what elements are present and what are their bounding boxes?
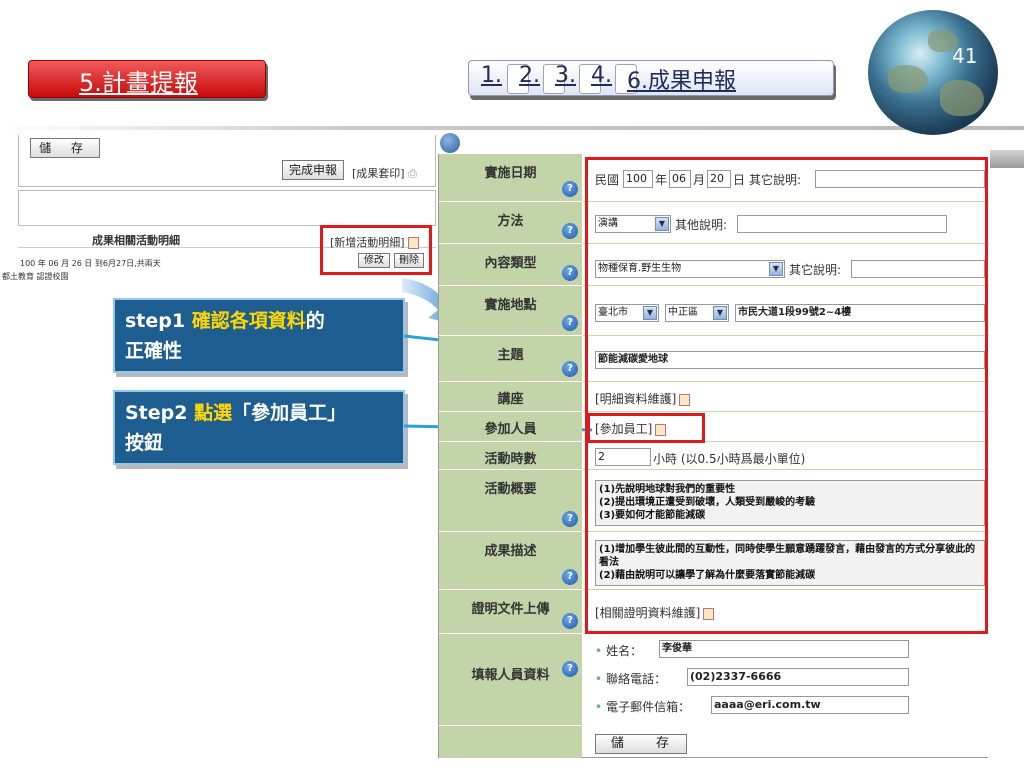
highlight-add-activity [320, 225, 432, 275]
help-icon[interactable]: ? [562, 361, 578, 377]
help-icon[interactable]: ? [562, 661, 578, 677]
label-summary: 活動概要? [439, 470, 582, 532]
set-print-link[interactable]: [成果套印] ⎙ [352, 165, 417, 181]
reporter-name-input[interactable]: 李俊華 [659, 640, 909, 658]
tab-2[interactable]: 2. [519, 63, 540, 88]
label-save-row [439, 726, 582, 758]
label-lecture: 講座 [439, 382, 582, 412]
complete-report-button[interactable]: 完成申報 [282, 160, 344, 180]
highlight-participants [587, 413, 705, 443]
step2-suffix: 「參加員工」 [232, 402, 347, 424]
slide-number: 41 [952, 44, 978, 68]
help-icon[interactable]: ? [562, 613, 578, 629]
label-place: 實施地點? [439, 286, 582, 336]
step1-suffix: 的 [305, 310, 325, 332]
globe-image [868, 10, 998, 135]
step2-callout: Step2 點選「參加員工」 按鈕 [113, 390, 405, 465]
reporter-phone-label: • 聯絡電話： [595, 672, 667, 686]
tab-3[interactable]: 3. [555, 63, 576, 88]
label-reporter: 填報人員資料? [439, 634, 582, 726]
row-reporter: • 姓名： 李俊華 • 聯絡電話： (02)2337-6666 • 電子郵件信箱： a… [583, 634, 989, 726]
tab-1[interactable]: 1. [481, 63, 502, 88]
step1-prefix: step1 [125, 310, 192, 332]
step1-callout: step1 確認各項資料的 正確性 [113, 298, 405, 373]
highlight-form-data [585, 157, 988, 634]
header-divider [0, 126, 1024, 130]
help-icon[interactable]: ? [562, 315, 578, 331]
step2-highlight: 點選 [194, 402, 233, 424]
label-content-type: 內容類型? [439, 244, 582, 286]
help-icon[interactable]: ? [562, 511, 578, 527]
tab-plan-report[interactable]: 5.計畫提報 [28, 60, 266, 98]
tab-6-result-report[interactable]: 6.成果申報 [627, 63, 736, 95]
step2-prefix: Step2 [125, 402, 195, 424]
reporter-name-label: • 姓名： [595, 644, 643, 658]
reporter-email-label: • 電子郵件信箱： [595, 700, 691, 714]
label-participants: 參加人員 [439, 412, 582, 442]
collapse-icon[interactable] [440, 133, 460, 153]
activity-place-text: 都土教育 認證校園 [2, 272, 69, 281]
step2-line2: 按鈕 [125, 432, 164, 454]
activity-date-text: 100 年 06 月 26 日 到6月27日,共兩天 [20, 259, 161, 268]
help-icon[interactable]: ? [562, 181, 578, 197]
label-proof: 證明文件上傳? [439, 590, 582, 634]
tab-group: 1. 2. 3. 4. 6.成果申報 [468, 60, 834, 96]
label-date: 實施日期? [439, 154, 582, 202]
help-icon[interactable]: ? [562, 223, 578, 239]
left-save-button[interactable]: 儲 存 [30, 138, 100, 158]
help-icon[interactable]: ? [562, 569, 578, 585]
left-panel-blank [18, 190, 436, 226]
step1-highlight: 確認各項資料 [191, 310, 306, 332]
form-save-button[interactable]: 儲 存 [595, 734, 687, 754]
label-topic: 主題? [439, 336, 582, 382]
label-hours: 活動時數 [439, 442, 582, 470]
tab-plan-report-label: 5.計畫提報 [79, 69, 198, 97]
help-icon[interactable]: ? [562, 265, 578, 281]
decor-strip [990, 150, 1024, 168]
reporter-email-input[interactable]: aaaa@eri.com.tw [711, 696, 909, 714]
activity-list-title: 成果相關活動明細 [92, 234, 180, 247]
step1-line2: 正確性 [125, 340, 183, 362]
label-method: 方法? [439, 202, 582, 244]
label-result: 成果描述? [439, 532, 582, 590]
set-print-label: [成果套印] [352, 167, 405, 180]
tab-4[interactable]: 4. [591, 63, 612, 88]
printer-icon: ⎙ [408, 167, 417, 180]
reporter-phone-input[interactable]: (02)2337-6666 [687, 668, 909, 686]
